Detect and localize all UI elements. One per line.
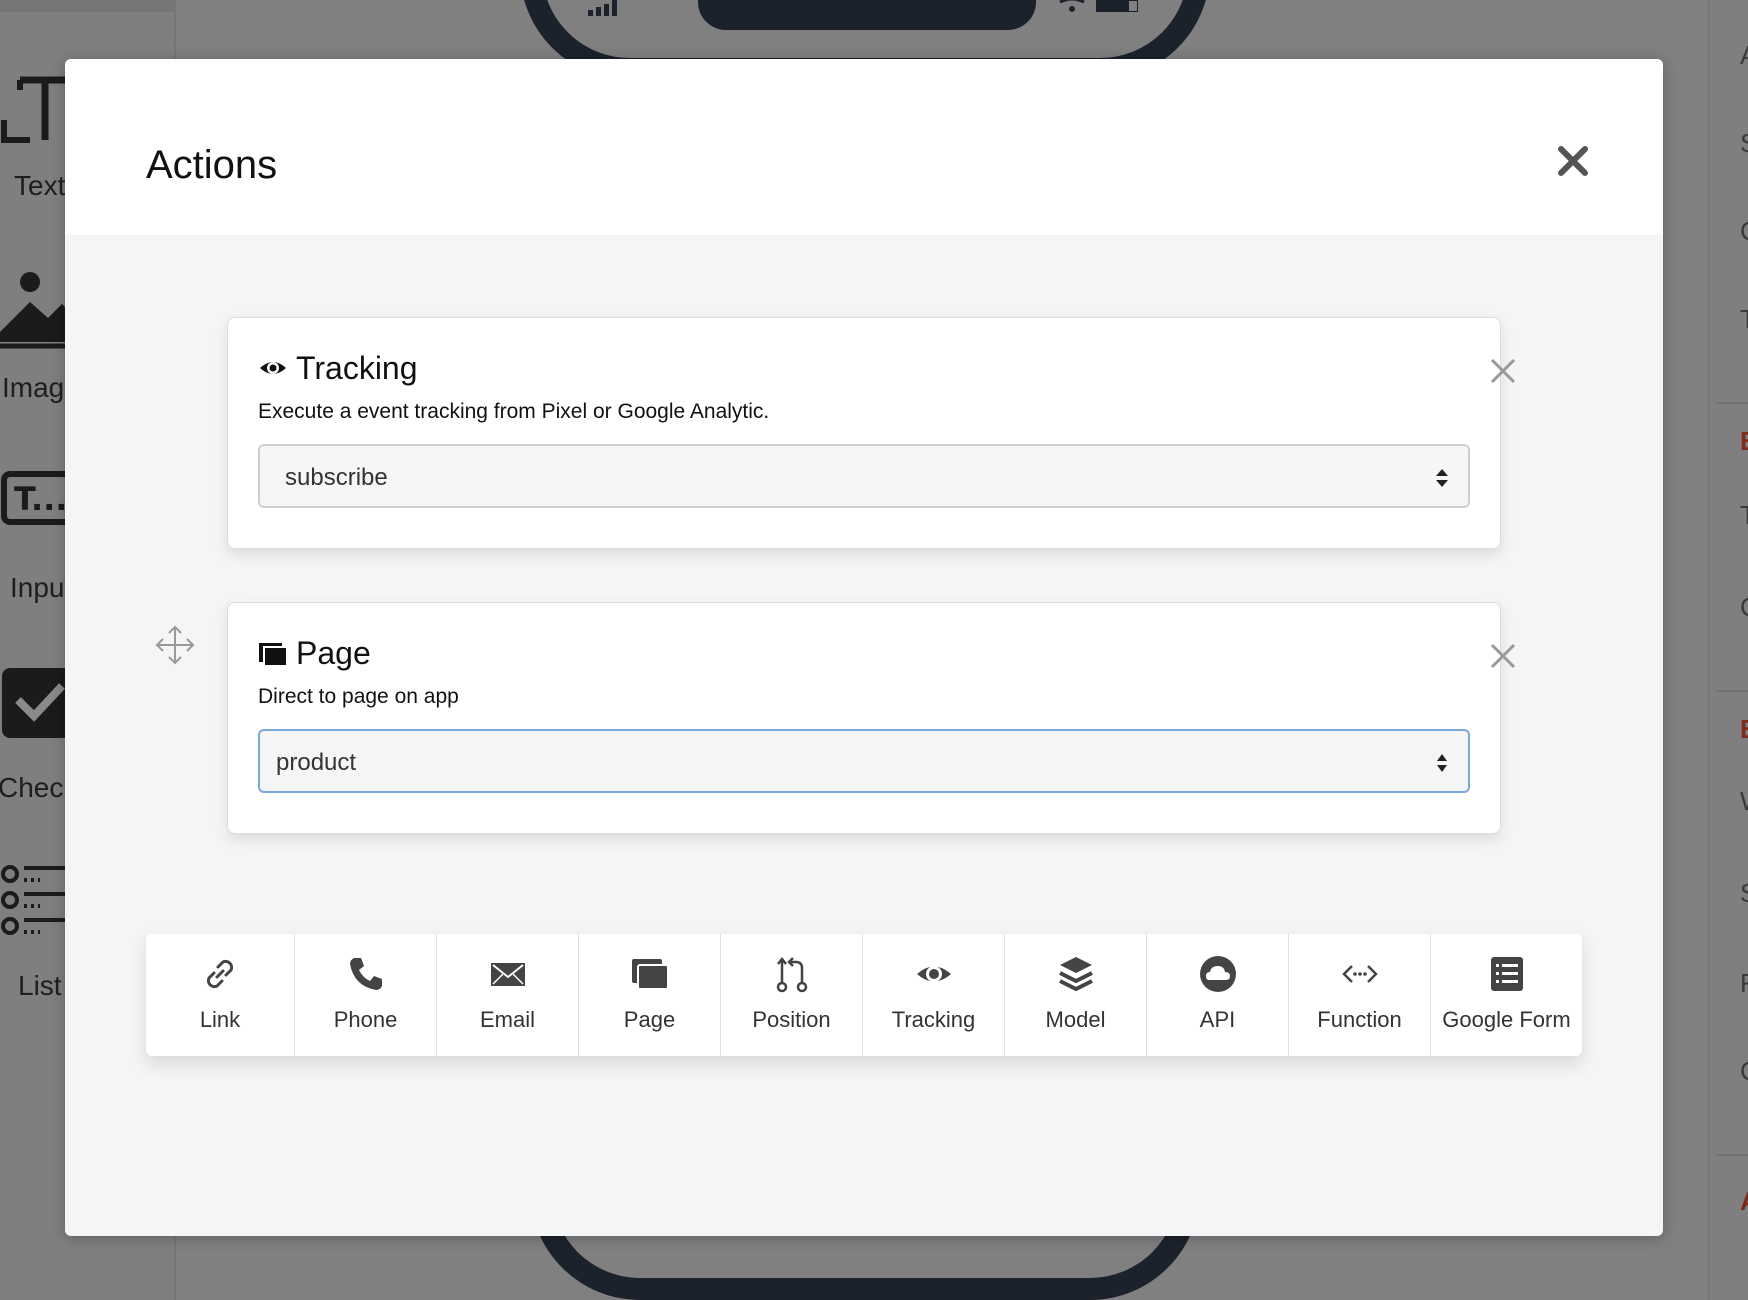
add-phone-action[interactable]: Phone — [295, 934, 437, 1056]
eye-icon — [260, 362, 286, 374]
right-panel-label: T — [1740, 500, 1748, 530]
action-label: Phone — [333, 1007, 398, 1032]
add-function-action[interactable]: Function — [1289, 934, 1431, 1056]
right-panel-label: T — [1740, 304, 1748, 334]
page-select[interactable]: product — [258, 729, 1470, 793]
action-card-tracking: Tracking Execute a event tracking from P… — [227, 317, 1516, 549]
modal-header: Actions — [65, 59, 1663, 235]
action-label: Link — [199, 1007, 241, 1032]
select-arrows-icon — [1436, 469, 1448, 487]
signal-icon — [588, 0, 617, 16]
right-panel-label: S — [1740, 878, 1748, 909]
code-icon — [1341, 965, 1378, 983]
action-card-title: Tracking — [296, 349, 418, 386]
right-panel-label: S — [1740, 128, 1748, 159]
right-panel-label: W — [1740, 786, 1748, 817]
close-icon[interactable] — [1551, 139, 1595, 183]
add-position-action[interactable]: Position — [721, 934, 863, 1056]
remove-action-icon[interactable] — [1486, 639, 1520, 673]
pages-icon — [259, 643, 288, 667]
tracking-event-select[interactable]: subscribe — [258, 444, 1470, 508]
select-arrows-icon — [1437, 754, 1447, 772]
layers-icon — [1058, 957, 1093, 992]
eye-icon — [916, 966, 951, 982]
action-card-header: Page — [258, 633, 371, 673]
right-panel-section: B — [1740, 714, 1748, 745]
action-label: Tracking — [891, 1007, 976, 1032]
battery-icon — [1096, 0, 1138, 12]
add-model-action[interactable]: Model — [1005, 934, 1147, 1056]
wifi-icon — [1059, 0, 1085, 12]
action-card-title: Page — [296, 634, 371, 671]
select-value: subscribe — [285, 464, 388, 491]
link-icon — [206, 959, 234, 989]
action-card-header: Tracking — [258, 348, 418, 388]
right-panel-label: A — [1740, 40, 1748, 71]
action-card-page: Page Direct to page on app product — [227, 602, 1516, 834]
right-panel-label: F — [1740, 968, 1748, 998]
remove-action-icon[interactable] — [1486, 354, 1520, 388]
action-label: Model — [1045, 1007, 1106, 1032]
action-label: Position — [752, 1007, 831, 1032]
left-panel-top-strip — [0, 0, 176, 12]
add-email-action[interactable]: Email — [437, 934, 579, 1056]
action-type-bar: Link Phone Email Page Position Tracking … — [146, 934, 1582, 1056]
move-icon[interactable] — [155, 625, 195, 665]
action-label: Page — [623, 1007, 676, 1032]
modal-title: Actions — [146, 143, 278, 187]
action-card-description: Direct to page on app — [258, 685, 459, 708]
right-panel-section: B — [1740, 426, 1748, 457]
select-value: product — [276, 749, 357, 776]
right-panel-label: C — [1740, 592, 1748, 623]
right-properties-panel: A S C T B T C B W S F C A — [1708, 0, 1748, 1300]
action-label: Email — [479, 1007, 535, 1032]
add-tracking-action[interactable]: Tracking — [863, 934, 1005, 1056]
action-label: Function — [1317, 1007, 1402, 1032]
add-google-form-action[interactable]: Google Form — [1431, 934, 1582, 1056]
action-card-description: Execute a event tracking from Pixel or G… — [258, 400, 770, 423]
phone-notch — [698, 0, 1036, 30]
phone-icon — [349, 958, 382, 990]
form-list-icon — [1490, 957, 1523, 991]
action-label: API — [1199, 1007, 1236, 1032]
cloud-icon — [1199, 956, 1236, 992]
envelope-icon — [490, 963, 525, 986]
right-panel-section: A — [1740, 1186, 1748, 1217]
right-panel-divider — [1716, 690, 1748, 692]
right-panel-label: C — [1740, 216, 1748, 247]
pages-icon — [631, 959, 669, 990]
add-link-action[interactable]: Link — [146, 934, 295, 1056]
position-icon — [776, 956, 807, 993]
add-page-action[interactable]: Page — [579, 934, 721, 1056]
action-label: Google Form — [1442, 1007, 1571, 1032]
right-panel-label: C — [1740, 1056, 1748, 1087]
actions-modal: Actions Tracking Execute a event trackin… — [65, 59, 1663, 1236]
svg-text:T...: T... — [14, 480, 67, 518]
right-panel-divider — [1716, 402, 1748, 404]
right-panel-divider — [1716, 1154, 1748, 1156]
add-api-action[interactable]: API — [1147, 934, 1289, 1056]
